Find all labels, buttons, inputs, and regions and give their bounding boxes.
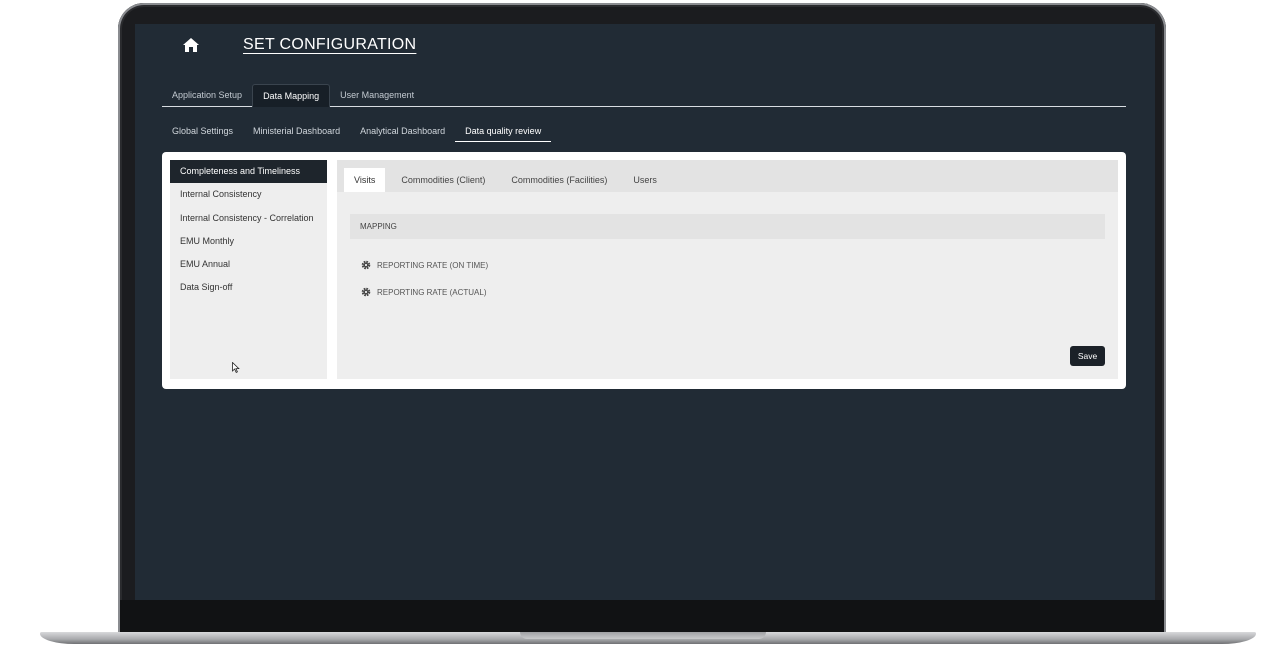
tab-visits[interactable]: Visits [344,168,386,192]
tab-application-setup[interactable]: Application Setup [162,84,252,106]
side-item-internal-consistency[interactable]: Internal Consistency [170,183,327,206]
mouse-cursor-icon [232,360,240,378]
home-icon [183,38,199,52]
mapping-row-label: REPORTING RATE (ON TIME) [377,260,489,270]
save-button[interactable]: Save [1070,346,1105,366]
home-button[interactable] [183,38,205,56]
tab-data-mapping[interactable]: Data Mapping [252,84,331,107]
main-tabs: Application Setup Data Mapping User Mana… [162,84,1126,107]
side-menu: Completeness and Timeliness Internal Con… [170,160,327,379]
side-item-emu-annual[interactable]: EMU Annual [170,253,327,276]
laptop-chin [120,600,1164,632]
content-area: Visits Commodities (Client) Commodities … [337,160,1118,379]
tab-commodities-facilities[interactable]: Commodities (Facilities) [501,168,617,192]
mapping-heading: MAPPING [350,214,1105,239]
laptop-notch [520,632,766,639]
mapping-row-reporting-rate-on-time[interactable]: REPORTING RATE (ON TIME) [361,258,488,272]
side-item-completeness-timeliness[interactable]: Completeness and Timeliness [170,160,327,184]
gear-icon [361,260,371,270]
mapping-row-label: REPORTING RATE (ACTUAL) [377,287,487,297]
page-title: SET CONFIGURATION [243,36,417,53]
gear-icon [361,287,371,297]
tab-user-management[interactable]: User Management [330,84,424,106]
config-panel: Completeness and Timeliness Internal Con… [162,152,1126,389]
mapping-row-reporting-rate-actual[interactable]: REPORTING RATE (ACTUAL) [361,285,487,299]
subtab-global-settings[interactable]: Global Settings [162,120,243,141]
subtab-ministerial-dashboard[interactable]: Ministerial Dashboard [243,120,350,141]
side-item-internal-consistency-correlation[interactable]: Internal Consistency - Correlation [170,207,327,230]
sub-tabs: Global Settings Ministerial Dashboard An… [162,120,552,142]
subtab-data-quality-review[interactable]: Data quality review [455,120,552,142]
tab-commodities-client[interactable]: Commodities (Client) [391,168,495,192]
side-item-emu-monthly[interactable]: EMU Monthly [170,230,327,253]
tab-users[interactable]: Users [623,168,667,192]
side-item-data-sign-off[interactable]: Data Sign-off [170,276,327,299]
app-screen: SET CONFIGURATION Application Setup Data… [135,24,1155,600]
inner-tabs: Visits Commodities (Client) Commodities … [337,160,1118,192]
subtab-analytical-dashboard[interactable]: Analytical Dashboard [350,120,455,141]
